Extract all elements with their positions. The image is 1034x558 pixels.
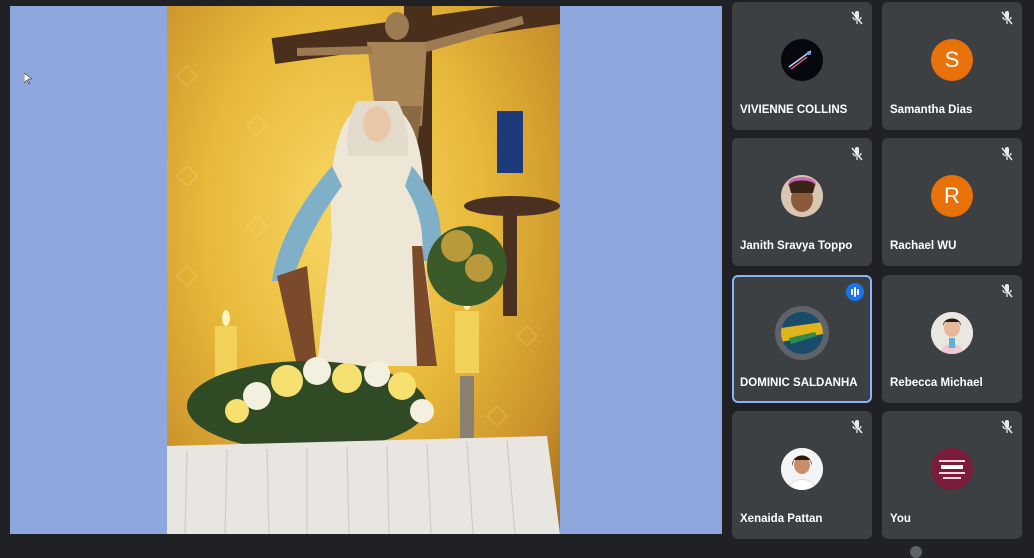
avatar-image: [781, 312, 823, 354]
participant-name: DOMINIC SALDANHA: [740, 377, 858, 389]
mic-muted-icon: [851, 147, 863, 161]
participant-name: You: [890, 513, 911, 525]
participant-tile[interactable]: Xenaida Pattan: [732, 411, 872, 539]
avatar-initial: S: [931, 39, 973, 81]
avatar: [781, 448, 823, 490]
participant-tile-active-speaker[interactable]: DOMINIC SALDANHA: [732, 275, 872, 403]
mic-muted-icon: [851, 11, 863, 25]
participant-name: VIVIENNE COLLINS: [740, 104, 848, 116]
mic-muted-icon: [1001, 11, 1013, 25]
more-options-icon[interactable]: [910, 546, 922, 558]
participant-name: Rachael WU: [890, 240, 957, 252]
avatar-image: [781, 448, 823, 490]
mic-muted-icon: [851, 420, 863, 434]
participant-name: Rebecca Michael: [890, 377, 983, 389]
participant-tile-self[interactable]: You: [882, 411, 1022, 539]
avatar: [931, 312, 973, 354]
avatar-image: [931, 448, 973, 490]
mic-muted-icon: [1001, 147, 1013, 161]
avatar-initial: R: [931, 175, 973, 217]
avatar-image: [781, 175, 823, 217]
avatar: [931, 448, 973, 490]
avatar: [781, 175, 823, 217]
speaking-indicator-icon: [846, 283, 864, 301]
participant-name: Janith Sravya Toppo: [740, 240, 853, 252]
participant-tile[interactable]: Rebecca Michael: [882, 275, 1022, 403]
participant-name: Samantha Dias: [890, 104, 973, 116]
mic-muted-icon: [1001, 420, 1013, 434]
mic-muted-icon: [1001, 284, 1013, 298]
avatar: [781, 39, 823, 81]
avatar-image: [931, 312, 973, 354]
participant-tile[interactable]: S Samantha Dias: [882, 2, 1022, 130]
participant-grid: VIVIENNE COLLINS S Samantha Dias Janith …: [731, 0, 1031, 553]
avatar-image: [781, 39, 823, 81]
mouse-pointer-icon: [24, 73, 32, 85]
participant-name: Xenaida Pattan: [740, 513, 823, 525]
avatar: [781, 312, 823, 354]
participant-tile[interactable]: R Rachael WU: [882, 138, 1022, 266]
participant-tile[interactable]: VIVIENNE COLLINS: [732, 2, 872, 130]
participant-tile[interactable]: Janith Sravya Toppo: [732, 138, 872, 266]
shared-image: [167, 6, 560, 534]
presentation-stage: [10, 6, 722, 534]
religious-statue-image: [167, 6, 560, 534]
